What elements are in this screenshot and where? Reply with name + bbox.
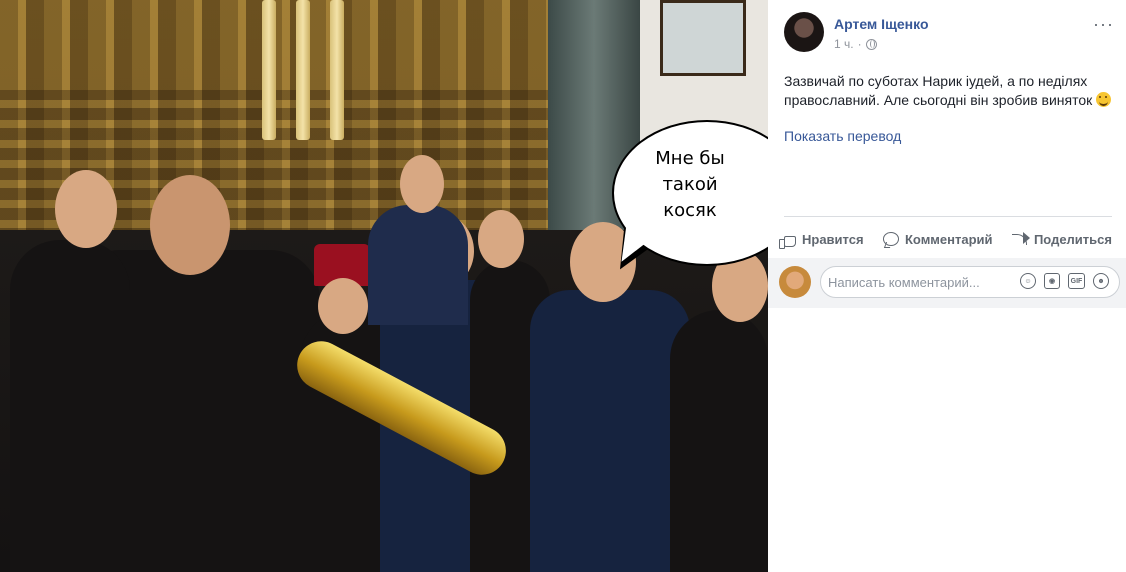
priest-far-left [10,240,130,572]
post-meta: 1 ч. · [834,37,877,51]
share-icon [1011,232,1030,246]
emoji-icon[interactable]: ☺ [1020,273,1036,289]
speech-bubble-text: Мне бы такой косяк [655,148,725,221]
man-right-suit [530,290,690,572]
divider [784,216,1112,217]
like-label: Нравится [802,231,864,247]
comment-icon [882,232,899,246]
post-message: Зазвичай по суботах Нарик іудей, а по не… [784,73,1093,108]
sticker-icon[interactable]: ☻ [1093,273,1109,289]
priest-right [670,310,768,572]
candle [330,0,344,140]
post-photo[interactable]: Мне бы такой косяк [0,0,768,572]
like-button[interactable]: Нравится [779,231,864,249]
comment-button[interactable]: Комментарий [882,231,993,247]
window [660,0,746,76]
share-button[interactable]: Поделиться [1011,231,1112,247]
meta-separator: · [857,37,862,51]
head [400,155,444,213]
translate-link[interactable]: Показать перевод [784,128,901,144]
comment-label: Комментарий [904,231,993,247]
globe-icon [865,38,877,50]
share-label: Поделиться [1033,231,1112,247]
post-text: Зазвичай по суботах Нарик іудей, а по не… [784,72,1114,110]
head [318,278,368,334]
priest-left-head [150,175,230,275]
author-avatar[interactable] [784,12,824,52]
candle [262,0,276,140]
camera-icon[interactable]: ◉ [1044,273,1060,289]
smiling-face-emoji [1096,92,1112,107]
gif-icon[interactable]: GIF [1068,273,1085,289]
post-actions: Нравится Комментарий Поделиться [779,226,1112,252]
thumbs-up-icon [779,235,796,249]
man-back-suit [368,205,468,325]
post-time[interactable]: 1 ч. [834,37,854,51]
ellipsis-icon[interactable]: ··· [1093,14,1114,35]
head [478,210,524,268]
comment-placeholder: Написать комментарий... [828,275,980,290]
comment-tools: ☺ ◉ GIF ☻ [1020,273,1109,289]
candle [296,0,310,140]
current-user-avatar [779,266,811,298]
author-name[interactable]: Артем Іщенко [834,16,929,32]
head [55,170,117,248]
